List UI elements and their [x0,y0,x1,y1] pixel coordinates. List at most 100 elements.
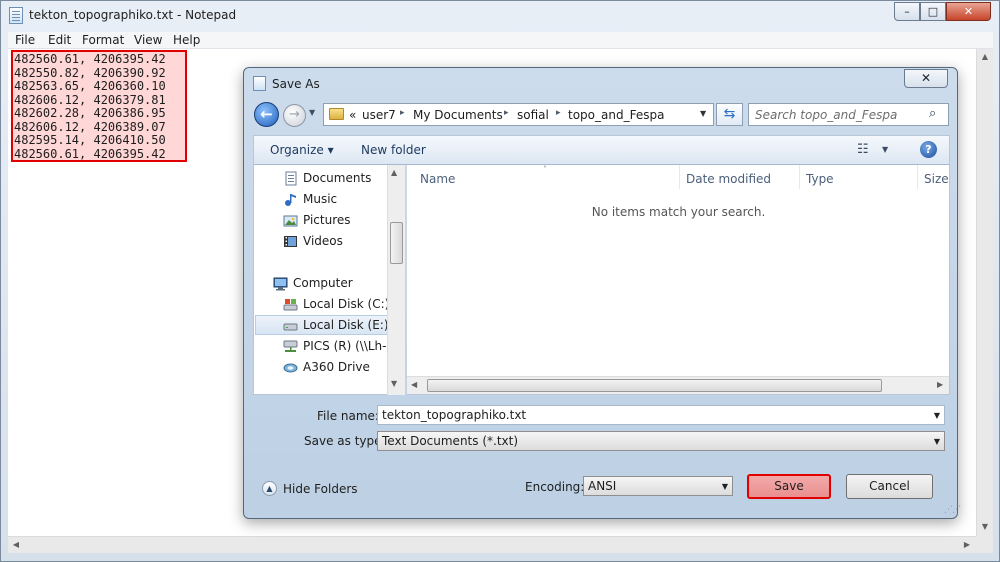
dialog-app-icon [253,76,266,91]
nav-item-label: Pictures [303,213,351,227]
hide-folders-label: Hide Folders [283,482,358,496]
breadcrumb-topo-and-fespa[interactable]: topo_and_Fespa [568,108,664,122]
nav-item-documents[interactable]: Documents [283,169,393,189]
breadcrumb-sofial[interactable]: sofial [517,108,549,122]
search-icon[interactable]: ⌕ [929,106,936,121]
help-icon[interactable]: ? [920,141,937,158]
search-input[interactable] [749,104,927,125]
notepad-app-icon [9,7,23,24]
cancel-button[interactable]: Cancel [846,474,933,499]
menu-view[interactable]: View [134,33,162,47]
close-button[interactable]: ✕ [946,2,991,21]
empty-folder-message: No items match your search. [591,205,766,219]
text-line: 482602.28, 4206386.95 [14,106,166,120]
save-as-type-dropdown-icon[interactable]: ▼ [934,437,940,446]
dialog-title: Save As [272,77,320,91]
encoding-select[interactable]: ANSI ▼ [583,476,733,496]
notepad-title-bar: tekton_topographiko.txt - Notepad – □ ✕ [1,1,999,31]
view-options-icon[interactable]: ☷ [857,142,869,157]
editor-vertical-scrollbar[interactable]: ▲ ▼ [976,49,993,536]
nav-item-local-disk-c[interactable]: Local Disk (C:) [283,295,393,315]
file-name-combobox[interactable]: ▼ [377,405,945,425]
nav-item-label: Music [303,192,338,206]
scroll-up-arrow-icon[interactable]: ▲ [977,49,993,65]
column-header-size[interactable]: Size [918,165,949,189]
nav-item-label: A360 Drive [303,360,370,374]
scroll-down-arrow-icon[interactable]: ▼ [391,379,397,388]
dialog-close-button[interactable]: ✕ [904,69,948,88]
breadcrumb-separator-icon[interactable]: ▸ [556,108,561,118]
maximize-button[interactable]: □ [920,2,946,21]
scroll-left-arrow-icon[interactable]: ◀ [8,537,24,553]
column-header-type[interactable]: Type [800,165,918,189]
address-dropdown-icon[interactable]: ▼ [700,109,706,118]
local-disk-icon [283,299,298,311]
breadcrumb-separator-icon[interactable]: ▸ [504,108,509,118]
file-name-dropdown-icon[interactable]: ▼ [934,411,940,420]
cloud-drive-icon [283,363,298,373]
menu-format[interactable]: Format [82,33,124,47]
dialog-resize-grip[interactable]: ⋰⋰ [944,505,961,515]
file-list-pane[interactable]: ˄ Name Date modified Type Size No items … [407,165,950,395]
navigation-pane-scrollbar[interactable]: ▲ ▼ [387,165,405,395]
file-name-input[interactable] [378,406,926,424]
scroll-thumb[interactable] [427,379,882,392]
folder-icon [329,108,344,120]
file-list-horizontal-scrollbar[interactable]: ◀ ▶ [407,376,949,394]
column-header-date-modified[interactable]: Date modified [680,165,800,189]
menu-edit[interactable]: Edit [48,33,71,47]
nav-item-local-disk-e[interactable]: Local Disk (E:) [255,315,389,335]
new-folder-button[interactable]: New folder [361,143,426,157]
breadcrumb-user7[interactable]: user7 [362,108,396,122]
coordinate-text-block[interactable]: 482560.61, 4206395.42 482550.82, 4206390… [11,50,187,162]
encoding-dropdown-icon[interactable]: ▼ [722,482,728,491]
menu-file[interactable]: File [15,33,35,47]
navigation-pane: Documents Music Pictures Videos Computer… [253,165,405,395]
forward-arrow-icon[interactable]: → [283,104,306,127]
text-line: 482563.65, 4206360.10 [14,79,166,93]
back-arrow-icon[interactable]: ← [254,102,279,127]
breadcrumb-separator-icon[interactable]: ▸ [400,108,405,118]
nav-item-videos[interactable]: Videos [283,232,393,252]
minimize-button[interactable]: – [894,2,920,21]
breadcrumb-overflow[interactable]: « [349,108,356,122]
nav-item-pictures[interactable]: Pictures [283,211,393,231]
menu-help[interactable]: Help [173,33,200,47]
organize-button[interactable]: Organize ▾ [270,143,334,157]
scroll-right-arrow-icon[interactable]: ▶ [937,380,943,389]
column-header-name[interactable]: Name [414,165,680,189]
nav-item-music[interactable]: Music [283,190,393,210]
view-dropdown-icon[interactable]: ▼ [882,145,888,154]
search-box[interactable]: ⌕ [748,103,949,126]
encoding-value: ANSI [588,479,617,493]
editor-horizontal-scrollbar[interactable]: ◀ ▶ [8,536,976,553]
nav-item-label: Computer [293,276,353,290]
resize-grip[interactable] [976,536,993,553]
text-line: 482560.61, 4206395.42 [14,146,166,161]
save-as-dialog: Save As ✕ ← → ▼ « user7 ▸ My Documents ▸… [243,67,961,519]
text-line: 482606.12, 4206379.81 [14,92,166,107]
nav-item-a360-drive[interactable]: A360 Drive [283,358,393,378]
address-bar[interactable]: « user7 ▸ My Documents ▸ sofial ▸ topo_a… [323,103,714,126]
nav-item-label: PICS (R) (\\Lh-p [303,339,393,353]
scroll-up-arrow-icon[interactable]: ▲ [391,168,397,177]
breadcrumb-my-documents[interactable]: My Documents [413,108,503,122]
text-line: 482560.61, 4206395.42 [14,52,166,66]
command-bar: Organize ▾ New folder ☷ ▼ ? [253,135,950,165]
save-button[interactable]: Save [747,474,831,499]
chevron-up-icon: ▲ [262,481,277,496]
scroll-thumb[interactable] [390,222,403,264]
nav-item-computer[interactable]: Computer [273,274,393,294]
menu-bar: File Edit Format View Help [8,32,993,49]
save-as-type-value: Text Documents (*.txt) [382,434,519,448]
scroll-right-arrow-icon[interactable]: ▶ [959,537,975,553]
documents-icon [285,171,297,186]
save-as-type-select[interactable]: Text Documents (*.txt) ▼ [377,431,945,451]
recent-locations-dropdown-icon[interactable]: ▼ [309,108,315,117]
scroll-left-arrow-icon[interactable]: ◀ [411,380,417,389]
pictures-icon [283,215,298,227]
nav-item-label: Local Disk (C:) [303,297,390,311]
refresh-icon[interactable]: ⇆ [716,103,743,126]
nav-item-pics-network[interactable]: PICS (R) (\\Lh-p [283,337,393,357]
scroll-down-arrow-icon[interactable]: ▼ [977,519,993,535]
